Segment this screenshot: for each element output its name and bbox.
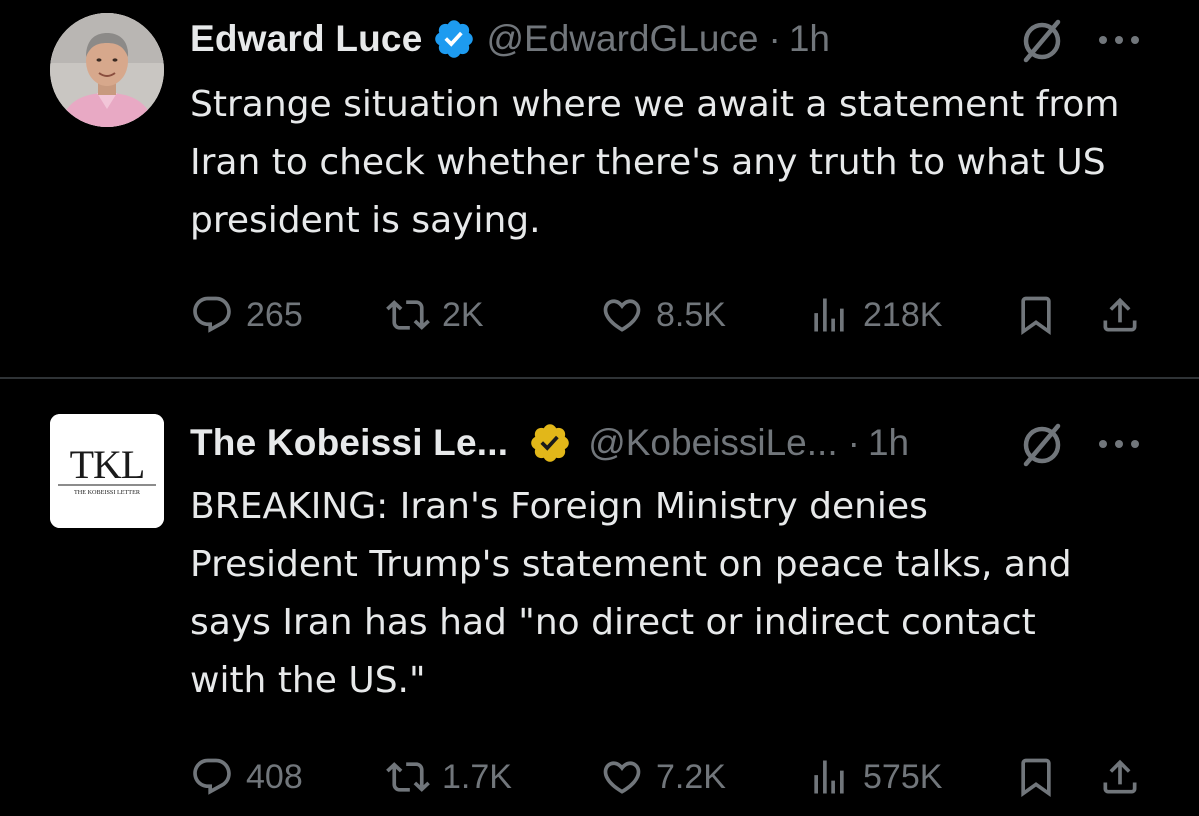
like-button[interactable]: 7.2K <box>600 752 726 802</box>
bookmark-button[interactable] <box>1014 290 1058 340</box>
reply-button[interactable]: 265 <box>190 290 303 340</box>
bookmark-icon <box>1021 758 1051 798</box>
author-name[interactable]: The Kobeissi Le... <box>190 422 508 464</box>
bookmark-icon <box>1021 296 1051 336</box>
tweet-text: Strange situation where we await a state… <box>190 84 1120 241</box>
author-handle[interactable]: @EdwardGLuce <box>486 18 758 60</box>
reply-button[interactable]: 408 <box>190 752 303 802</box>
avatar-kobeissi-letter[interactable]: TKL THE KOBEISSI LETTER <box>50 414 164 528</box>
like-button[interactable]: 8.5K <box>600 290 726 340</box>
tweet-divider <box>0 377 1199 379</box>
like-icon <box>603 761 641 794</box>
reply-count: 265 <box>246 295 303 334</box>
views-icon <box>814 760 844 794</box>
reply-count: 408 <box>246 757 303 796</box>
timestamp[interactable]: 1h <box>789 18 830 60</box>
separator-dot: · <box>768 18 781 59</box>
logo-subtext: THE KOBEISSI LETTER <box>74 489 141 496</box>
views-icon <box>814 298 844 332</box>
like-count: 7.2K <box>656 757 726 796</box>
share-icon <box>1103 297 1137 332</box>
share-button[interactable] <box>1098 752 1142 802</box>
like-count: 8.5K <box>656 295 726 334</box>
tweet-edward-luce[interactable]: Edward Luce @EdwardGLuce · 1h Strange si… <box>0 0 1199 377</box>
avatar-edward-luce[interactable] <box>50 13 164 127</box>
repost-count: 2K <box>442 295 484 334</box>
logo-text: TKL <box>70 442 145 487</box>
grok-icon[interactable] <box>1018 421 1066 469</box>
blue-verified-badge-icon[interactable] <box>432 17 476 61</box>
repost-button[interactable]: 2K <box>386 290 484 340</box>
views-count: 575K <box>863 757 943 796</box>
tweet-header: The Kobeissi Le... @KobeissiLe... · 1h <box>190 418 1159 468</box>
timestamp[interactable]: 1h <box>868 422 909 464</box>
share-button[interactable] <box>1098 290 1142 340</box>
repost-icon <box>386 762 430 792</box>
tweet-kobeissi-letter[interactable]: TKL THE KOBEISSI LETTER The Kobeissi Le.… <box>0 380 1199 816</box>
share-icon <box>1103 759 1137 794</box>
repost-icon <box>386 300 430 330</box>
more-options-icon[interactable] <box>1096 434 1142 454</box>
like-icon <box>603 299 641 332</box>
tweet-header: Edward Luce @EdwardGLuce · 1h <box>190 14 1159 64</box>
views-button[interactable]: 575K <box>807 752 942 802</box>
author-name[interactable]: Edward Luce <box>190 18 422 60</box>
reply-icon <box>193 758 231 795</box>
more-options-icon[interactable] <box>1096 30 1142 50</box>
author-handle[interactable]: @KobeissiLe... <box>588 422 837 464</box>
reply-icon <box>193 296 231 333</box>
views-button[interactable]: 218K <box>807 290 942 340</box>
tweet-actions: 408 1.7K 7.2K 575K <box>190 752 1150 802</box>
gold-verified-badge-icon[interactable] <box>528 421 572 465</box>
tweet-text: BREAKING: Iran's Foreign Ministry denies… <box>190 486 1072 701</box>
repost-button[interactable]: 1.7K <box>386 752 512 802</box>
grok-icon[interactable] <box>1018 17 1066 65</box>
bookmark-button[interactable] <box>1014 752 1058 802</box>
repost-count: 1.7K <box>442 757 512 796</box>
separator-dot: · <box>847 422 860 463</box>
views-count: 218K <box>863 295 943 334</box>
tweet-actions: 265 2K 8.5K 218K <box>190 290 1150 340</box>
